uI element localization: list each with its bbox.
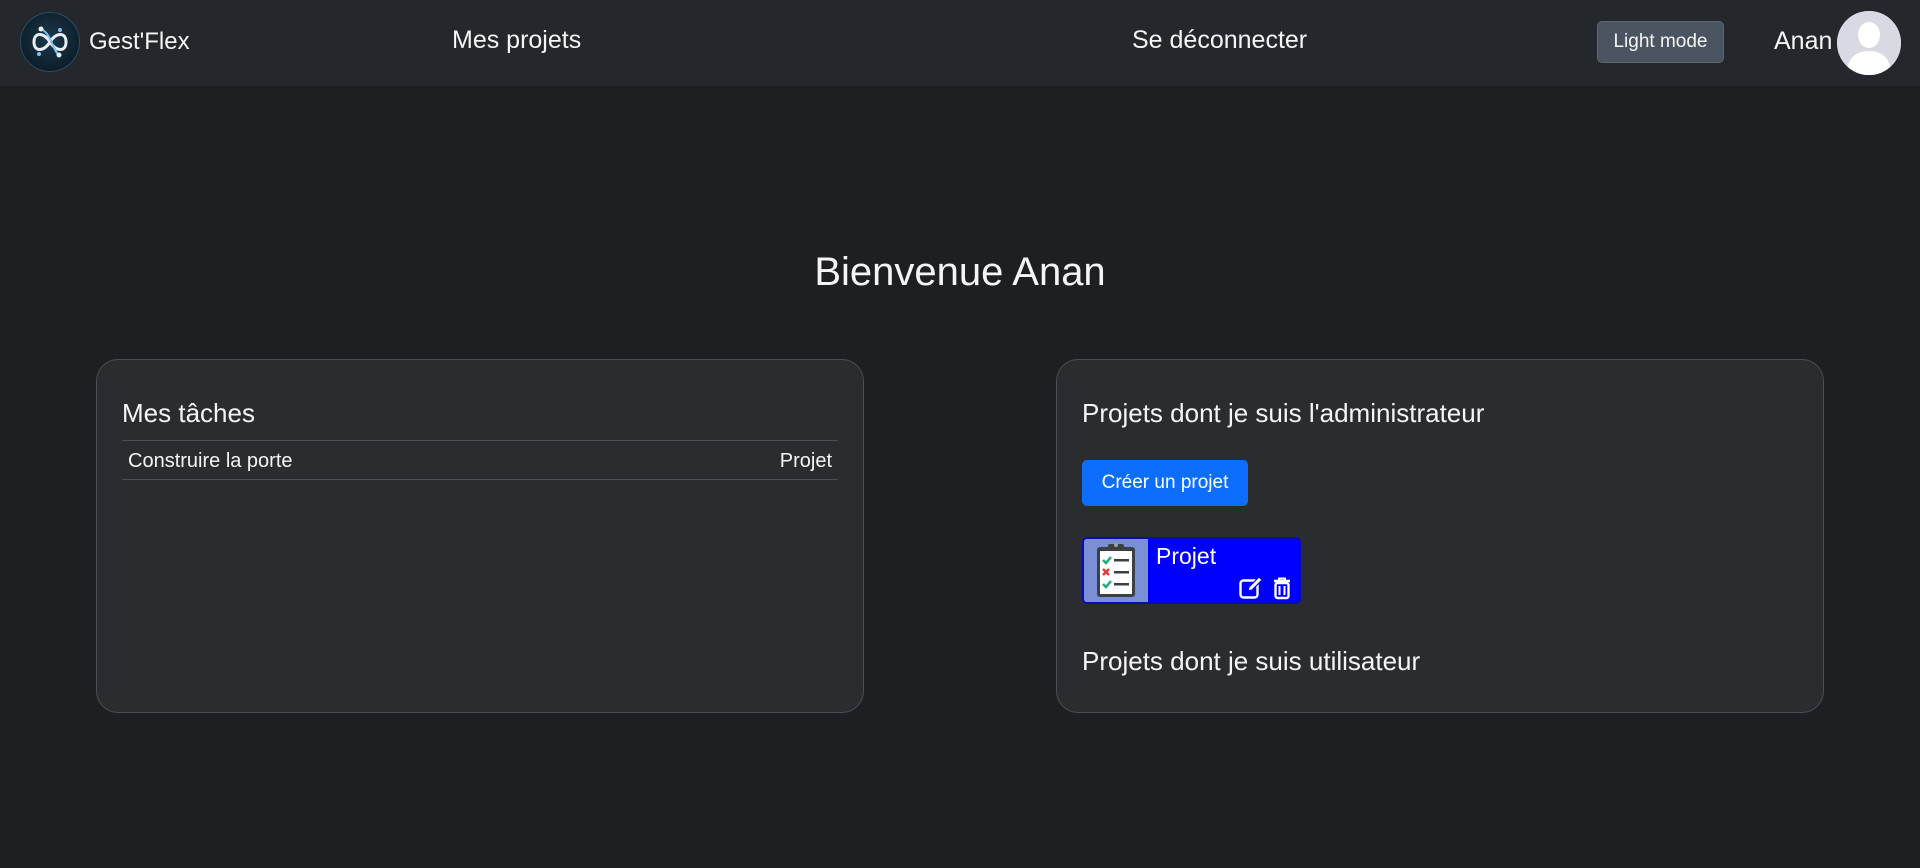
task-project[interactable]: Projet xyxy=(780,450,832,473)
trash-icon[interactable] xyxy=(1269,575,1295,601)
brand-name: Gest'Flex xyxy=(89,28,190,55)
tasks-card-title: Mes tâches xyxy=(122,398,255,428)
user-avatar-icon[interactable] xyxy=(1837,11,1901,75)
project-card[interactable]: Projet xyxy=(1082,537,1301,604)
light-mode-button[interactable]: Light mode xyxy=(1597,21,1724,63)
task-name[interactable]: Construire la porte xyxy=(128,450,293,473)
user-name: Anan xyxy=(1774,27,1833,55)
project-name: Projet xyxy=(1156,543,1217,569)
checklist-icon xyxy=(1084,539,1148,602)
table-row[interactable]: Construire la porte Projet xyxy=(122,440,838,480)
nav-link-logout[interactable]: Se déconnecter xyxy=(1132,26,1307,55)
brand-link[interactable]: Gest'Flex xyxy=(20,12,190,72)
create-project-button[interactable]: Créer un projet xyxy=(1082,460,1248,506)
tasks-card: Mes tâches Construire la porte Projet xyxy=(96,359,864,713)
navbar: Gest'Flex Mes projets Se déconnecter Lig… xyxy=(0,0,1920,86)
page-title: Bienvenue Anan xyxy=(814,250,1106,294)
admin-projects-title: Projets dont je suis l'administrateur xyxy=(1082,398,1485,428)
nav-link-my-projects[interactable]: Mes projets xyxy=(452,26,581,55)
edit-icon[interactable] xyxy=(1238,575,1264,601)
user-projects-title: Projets dont je suis utilisateur xyxy=(1082,646,1421,676)
projects-card: Projets dont je suis l'administrateur Cr… xyxy=(1056,359,1824,713)
infinity-logo-icon xyxy=(20,12,80,72)
